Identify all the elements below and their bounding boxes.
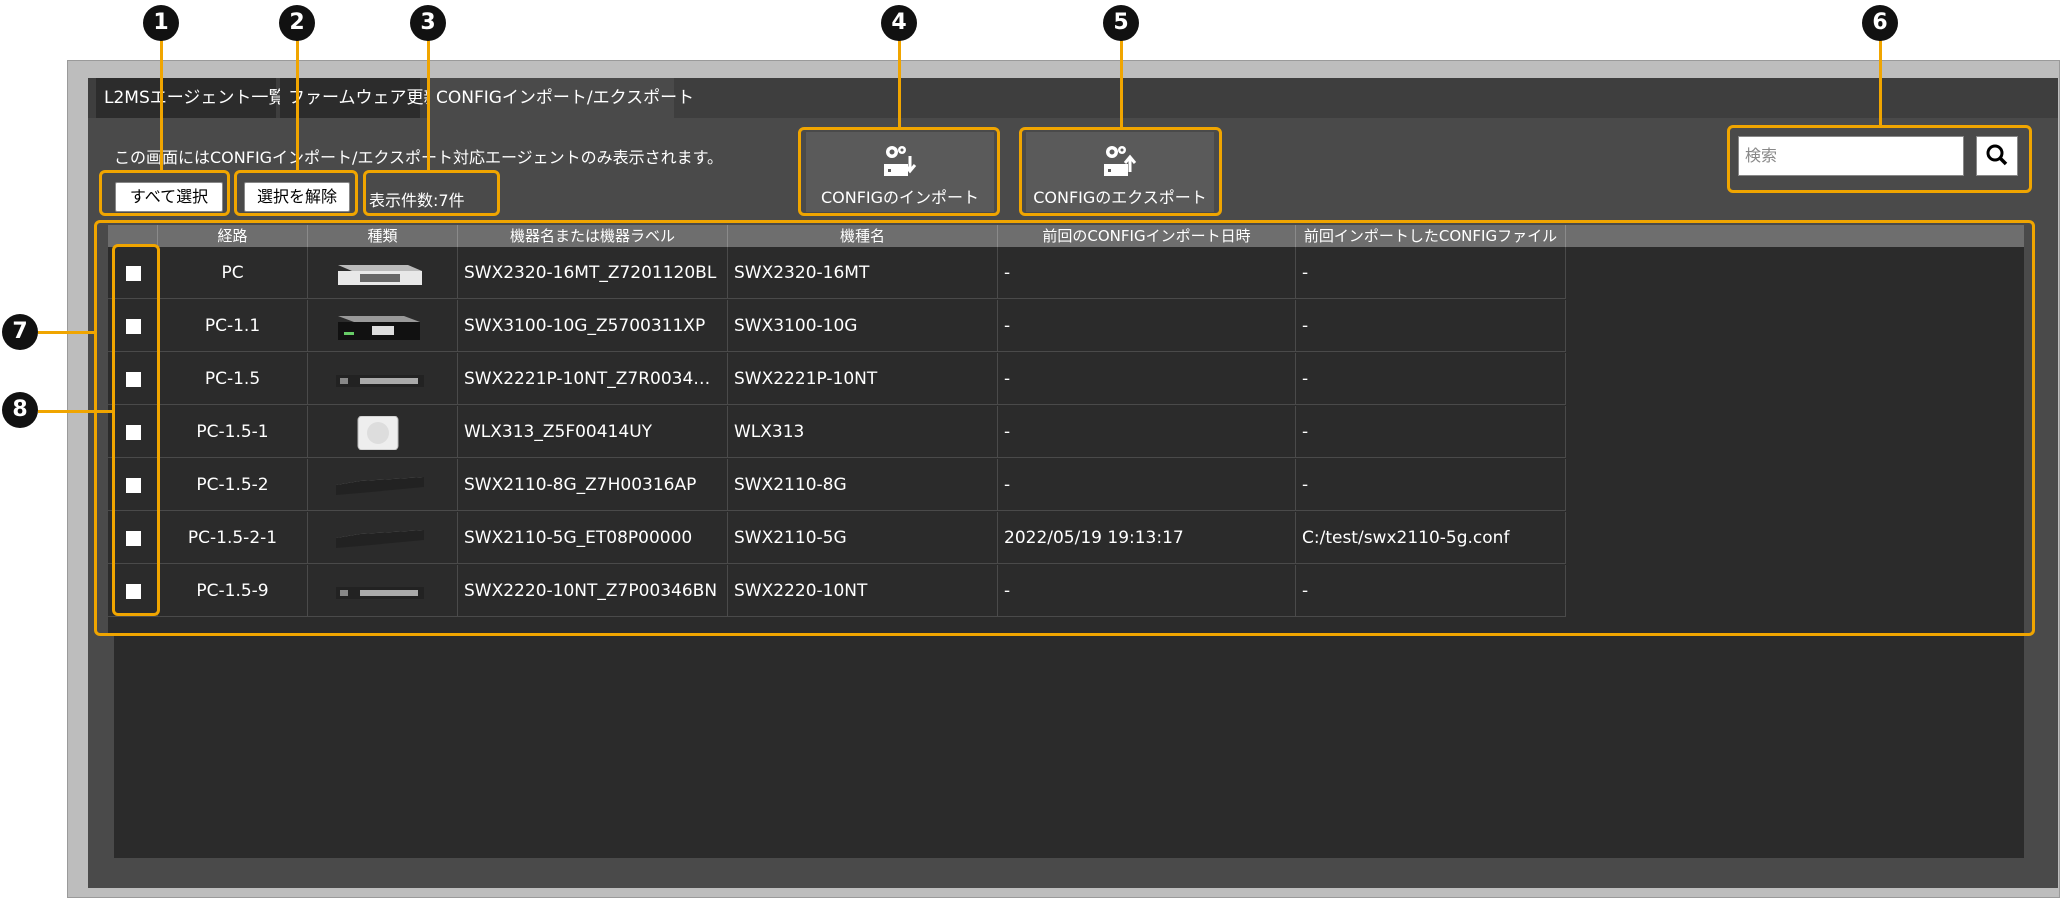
callout-box-5	[1019, 127, 1222, 216]
callout-box-7	[94, 220, 2035, 636]
callout-badge-4: 4	[881, 5, 917, 41]
leader-line-7	[38, 331, 96, 334]
callout-box-6	[1727, 125, 2032, 193]
callout-box-8	[112, 244, 160, 616]
tab-config-import-export[interactable]: CONFIGインポート/エクスポート	[428, 78, 694, 118]
callout-badge-5: 5	[1103, 5, 1139, 41]
callout-box-4	[798, 127, 1000, 216]
callout-badge-2: 2	[279, 5, 315, 41]
callout-badge-7: 7	[2, 314, 38, 350]
callout-box-1	[99, 170, 230, 216]
tab-firmware-update[interactable]: ファームウェア更新	[280, 78, 441, 118]
callout-badge-6: 6	[1862, 5, 1898, 41]
leader-line-2	[296, 40, 299, 172]
tab-agent-list[interactable]: L2MSエージェント一覧	[96, 78, 285, 118]
leader-line-3	[427, 40, 430, 172]
leader-line-4	[898, 40, 901, 129]
callout-badge-1: 1	[143, 5, 179, 41]
leader-line-1	[160, 40, 163, 172]
leader-line-6	[1879, 40, 1882, 127]
callout-box-2	[234, 170, 358, 216]
info-text: この画面にはCONFIGインポート/エクスポート対応エージェントのみ表示されます…	[114, 148, 724, 167]
callout-badge-3: 3	[410, 5, 446, 41]
leader-line-8	[38, 410, 114, 413]
callout-box-3	[363, 170, 500, 216]
callout-badge-8: 8	[2, 392, 38, 428]
leader-line-5	[1120, 40, 1123, 129]
table-empty-area	[114, 636, 2024, 858]
